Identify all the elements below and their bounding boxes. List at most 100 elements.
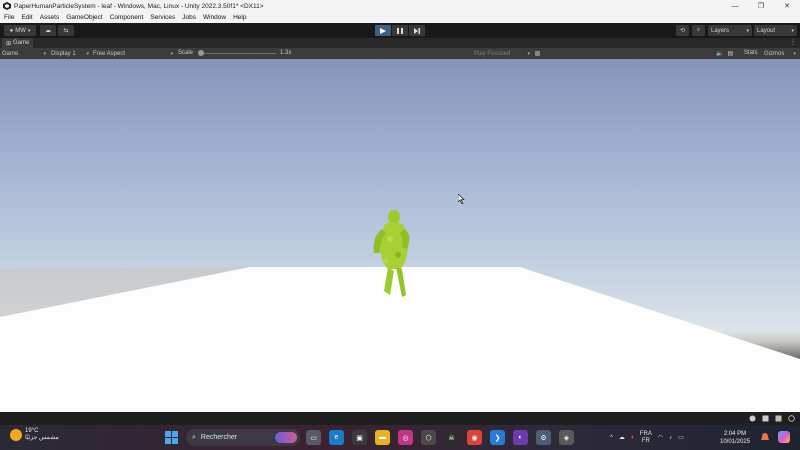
editor-status-bar bbox=[0, 412, 800, 425]
task-view-icon[interactable]: ▭ bbox=[306, 430, 321, 445]
gizmos-label: Gizmos bbox=[764, 50, 785, 57]
gamepad-icon: ⊞ bbox=[6, 40, 12, 47]
tab-menu-icon[interactable]: ⋮ bbox=[790, 39, 796, 46]
aspect-dropdown[interactable]: Free Aspect ▾ bbox=[93, 49, 173, 58]
menu-gameobject[interactable]: GameObject bbox=[66, 14, 103, 21]
unity-editor-icon[interactable]: ◈ bbox=[559, 430, 574, 445]
edge-icon[interactable]: e bbox=[329, 430, 344, 445]
play-mode-dropdown[interactable]: Play Focused ▾ bbox=[474, 49, 530, 58]
notification-bell-icon[interactable] bbox=[760, 432, 770, 442]
graphics-icon[interactable] bbox=[774, 414, 783, 423]
menu-edit[interactable]: Edit bbox=[21, 14, 32, 21]
windows-taskbar: 19°C مشمس جزئيًا ⌕ Rechercher ▭ e ▣ ▬ ◎ … bbox=[0, 425, 800, 450]
network-icon[interactable] bbox=[761, 414, 770, 423]
account-button[interactable]: ● MW ▾ bbox=[4, 25, 36, 36]
play-controls bbox=[375, 25, 425, 36]
play-icon bbox=[380, 27, 386, 34]
chevron-down-icon: ▾ bbox=[86, 50, 89, 57]
status-icons bbox=[748, 414, 796, 423]
chevron-down-icon: ▾ bbox=[746, 27, 749, 34]
weather-icon bbox=[10, 429, 22, 441]
unity-hub-icon[interactable]: ⬡ bbox=[421, 430, 436, 445]
layout-dropdown[interactable]: Layout ▾ bbox=[754, 25, 797, 36]
stats-toggle-icon[interactable]: ▤ bbox=[727, 50, 733, 57]
scale-value: 1.3x bbox=[280, 50, 292, 56]
gizmos-dropdown[interactable]: Gizmos ▾ bbox=[764, 49, 796, 58]
store-icon[interactable]: ▣ bbox=[352, 430, 367, 445]
menu-assets[interactable]: Assets bbox=[40, 14, 60, 21]
cloud-icon[interactable]: ☁ bbox=[40, 25, 56, 36]
minimize-icon[interactable]: — bbox=[722, 0, 748, 12]
close-icon[interactable]: ✕ bbox=[774, 0, 800, 12]
collab-icon[interactable]: ⇆ bbox=[58, 25, 74, 36]
tab-game[interactable]: ⊞ Game bbox=[2, 38, 34, 48]
vscode-icon[interactable]: ❯ bbox=[490, 430, 505, 445]
menu-component[interactable]: Component bbox=[110, 14, 144, 21]
scale-label: Scale bbox=[178, 50, 194, 56]
bug-icon[interactable] bbox=[748, 414, 757, 423]
search-highlight-icon bbox=[275, 432, 297, 443]
weather-temp: 19°C bbox=[25, 428, 39, 434]
layers-dropdown[interactable]: Layers ▾ bbox=[708, 25, 752, 36]
windows-start-icon[interactable] bbox=[165, 431, 178, 444]
game-viewport[interactable] bbox=[0, 59, 800, 412]
clock-date: 10/01/2025 bbox=[720, 439, 751, 445]
pause-icon bbox=[397, 27, 403, 34]
pause-button[interactable] bbox=[392, 25, 408, 36]
step-icon bbox=[414, 27, 420, 34]
chevron-up-icon[interactable]: ^ bbox=[610, 435, 613, 441]
display-label: Display 1 bbox=[51, 50, 76, 57]
game-tab-bar: ⊞ Game ⋮ bbox=[0, 38, 800, 48]
chevron-down-icon: ▾ bbox=[43, 50, 46, 57]
skull-app-icon[interactable]: ☠ bbox=[444, 430, 459, 445]
menu-jobs[interactable]: Jobs bbox=[182, 14, 196, 21]
layout-label: Layout bbox=[757, 27, 776, 34]
scale-slider-track[interactable] bbox=[202, 53, 276, 54]
step-button[interactable] bbox=[409, 25, 425, 36]
language-bottom: FR bbox=[641, 437, 650, 444]
spinner-icon bbox=[787, 414, 796, 423]
taskbar-search-placeholder: Rechercher bbox=[200, 434, 238, 441]
instagram-icon[interactable]: ◎ bbox=[398, 430, 413, 445]
system-tray: ^ ☁ ♦ FRA FR ◠ ♪ ▭ bbox=[610, 429, 684, 446]
onedrive-icon[interactable]: ☁ bbox=[619, 434, 625, 441]
settings-gear-icon[interactable]: ⚙ bbox=[536, 430, 551, 445]
battery-icon[interactable]: ▭ bbox=[678, 434, 684, 441]
audio-mute-icon[interactable] bbox=[533, 49, 542, 58]
display-dropdown[interactable]: Display 1 ▾ bbox=[51, 49, 89, 58]
volume-icon[interactable]: ♪ bbox=[669, 435, 672, 441]
stats-button[interactable]: Stats bbox=[744, 50, 758, 56]
aspect-label: Free Aspect bbox=[93, 50, 126, 57]
speaker-icon[interactable]: 🔈 bbox=[716, 50, 723, 57]
play-mode-label: Play Focused bbox=[474, 50, 511, 57]
play-button[interactable] bbox=[375, 25, 391, 36]
file-explorer-icon[interactable]: ▬ bbox=[375, 430, 390, 445]
taskbar-clock[interactable]: 2:04 PM 10/01/2025 bbox=[720, 430, 750, 446]
view-mode-dropdown[interactable]: Game ▾ bbox=[2, 49, 46, 58]
menu-help[interactable]: Help bbox=[233, 14, 246, 21]
microphone-icon[interactable]: ♦ bbox=[631, 435, 634, 441]
language-indicator[interactable]: FRA FR bbox=[640, 431, 652, 445]
menu-file[interactable]: File bbox=[4, 14, 14, 21]
main-toolbar: ● MW ▾ ☁ ⇆ ⟲ ⌕ Layers ▾ Layout ▾ bbox=[0, 23, 800, 38]
chrome-icon[interactable]: ◉ bbox=[467, 430, 482, 445]
tab-game-label: Game bbox=[13, 40, 30, 46]
account-label: MW bbox=[15, 27, 26, 34]
weather-widget[interactable]: 19°C مشمس جزئيًا bbox=[10, 428, 59, 442]
game-view-controls: Game ▾ Display 1 ▾ Free Aspect ▾ Scale 1… bbox=[0, 48, 800, 59]
github-icon[interactable]: ◐ bbox=[513, 430, 528, 445]
chevron-down-icon: ▾ bbox=[791, 27, 794, 34]
mouse-cursor-icon bbox=[458, 194, 465, 204]
ground-plane bbox=[0, 210, 800, 412]
scale-slider-thumb[interactable] bbox=[198, 50, 204, 56]
maximize-icon[interactable]: ❐ bbox=[748, 0, 774, 12]
menu-services[interactable]: Services bbox=[150, 14, 175, 21]
layers-label: Layers bbox=[711, 27, 730, 34]
wifi-icon[interactable]: ◠ bbox=[658, 434, 663, 441]
window-title: PaperHumanParticleSystem - leaf - Window… bbox=[14, 2, 264, 10]
taskbar-search[interactable]: ⌕ Rechercher bbox=[186, 429, 300, 446]
search-icon[interactable]: ⌕ bbox=[692, 25, 705, 36]
undo-history-icon[interactable]: ⟲ bbox=[676, 25, 689, 36]
menu-window[interactable]: Window bbox=[203, 14, 226, 21]
copilot-icon[interactable] bbox=[778, 431, 790, 443]
